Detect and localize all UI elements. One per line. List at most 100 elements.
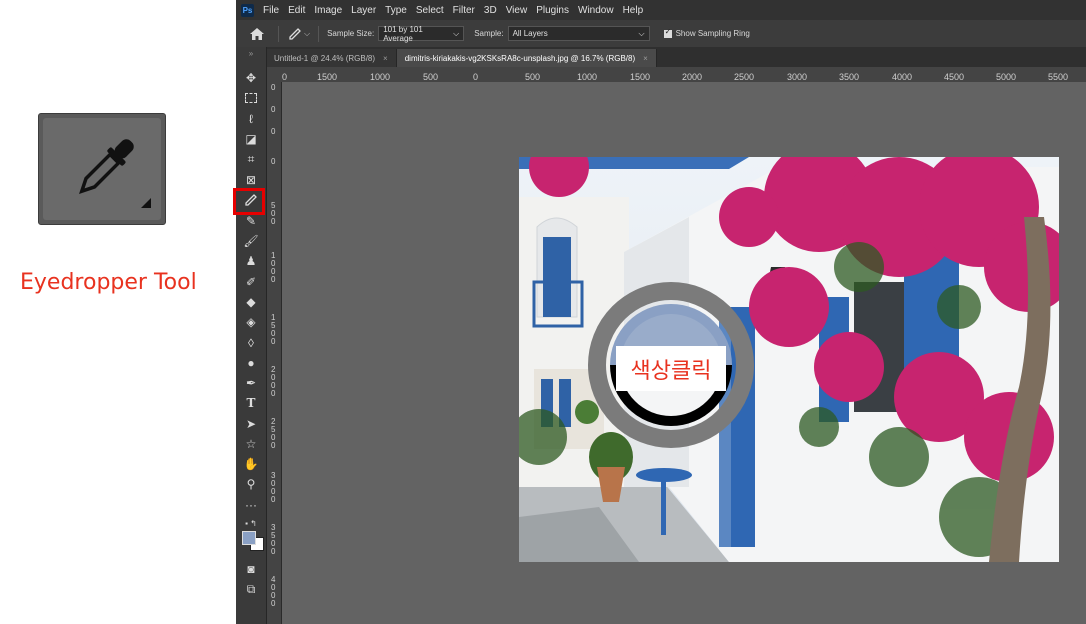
tab-photo[interactable]: dimitris-kiriakakis-vg2KSKsRA8c-unsplash… xyxy=(396,49,657,67)
ruler-tick: 3 5 0 0 xyxy=(271,523,276,556)
menu-edit[interactable]: Edit xyxy=(288,5,305,16)
move-tool-icon[interactable]: ✥ xyxy=(243,71,259,85)
brush-tool-icon[interactable]: 🖌 xyxy=(243,234,259,248)
ruler-tick: 5000 xyxy=(996,72,1017,82)
quick-mask-icon[interactable]: ◙ xyxy=(243,562,259,576)
ruler-tick: 3500 xyxy=(839,72,860,82)
dodge-tool-icon[interactable]: ● xyxy=(243,356,259,370)
sample-label: Sample: xyxy=(474,29,504,38)
close-icon[interactable]: × xyxy=(643,54,648,63)
marquee-tool-icon[interactable] xyxy=(243,92,259,106)
eyedropper-tool-highlight xyxy=(233,188,265,215)
sample-value: All Layers xyxy=(512,29,548,38)
ruler-tick: 2 0 0 0 xyxy=(271,365,276,398)
menu-filter[interactable]: Filter xyxy=(453,5,475,16)
menu-window[interactable]: Window xyxy=(578,5,614,16)
document-image[interactable]: 색상클릭 xyxy=(519,157,1059,562)
options-bar: ⌵ Sample Size: 101 by 101 Average ⌵ Sampl… xyxy=(236,20,1086,48)
sample-size-value: 101 by 101 Average xyxy=(383,24,423,43)
sampling-ring-label: 색상클릭 xyxy=(616,346,726,391)
photoshop-logo: Ps xyxy=(241,3,254,17)
ruler-tick: 0 xyxy=(473,72,479,82)
crop-tool-icon[interactable]: ⌗ xyxy=(243,152,259,166)
eyedropper-tool-zoom xyxy=(38,113,166,225)
canvas-area[interactable]: 색상클릭 xyxy=(282,82,1086,624)
shape-tool-icon[interactable]: ☆ xyxy=(243,437,259,451)
ruler-tick: 4500 xyxy=(944,72,965,82)
tool-group-triangle-icon xyxy=(141,198,151,208)
tab-label: Untitled-1 @ 24.4% (RGB/8) xyxy=(274,53,376,63)
blur-tool-icon[interactable]: ◊ xyxy=(243,336,259,350)
zoom-tool-icon[interactable]: ⚲ xyxy=(243,477,259,491)
zoom-inner xyxy=(43,118,161,220)
ruler-tick: 1500 xyxy=(317,72,338,82)
ruler-tick: 4 0 0 0 xyxy=(271,575,276,608)
pen-tool-icon[interactable]: ✒ xyxy=(243,376,259,390)
hand-tool-icon[interactable]: ✋ xyxy=(243,457,259,471)
menu-3d[interactable]: 3D xyxy=(484,5,497,16)
menu-view[interactable]: View xyxy=(506,5,528,16)
object-selection-tool-icon[interactable]: ◪ xyxy=(243,132,259,146)
menu-bar: Ps File Edit Image Layer Type Select Fil… xyxy=(236,0,1086,20)
menu-plugins[interactable]: Plugins xyxy=(536,5,569,16)
ruler-tick: 0 xyxy=(271,157,276,166)
ruler-tick: 2000 xyxy=(682,72,703,82)
tab-untitled[interactable]: Untitled-1 @ 24.4% (RGB/8) × xyxy=(266,49,397,67)
ruler-tick: 1000 xyxy=(577,72,598,82)
ruler-tick: 1 0 0 0 xyxy=(271,251,276,284)
menu-type[interactable]: Type xyxy=(385,5,407,16)
tools-panel: » ✥ ℓ ◪ ⌗ ⊠ ✎ 🖌 ♟ ✐ ◆ ◈ ◊ ● ✒ T ➤ ☆ ✋ ⚲ … xyxy=(236,47,267,624)
menu-help[interactable]: Help xyxy=(623,5,644,16)
path-selection-tool-icon[interactable]: ➤ xyxy=(243,417,259,431)
lasso-tool-icon[interactable]: ℓ xyxy=(243,112,259,126)
ruler-tick: 0 xyxy=(282,72,288,82)
chevron-down-icon: ⌵ xyxy=(638,28,645,38)
ruler-tick: 0 xyxy=(271,83,276,92)
screen-mode-icon[interactable]: ⧉ xyxy=(243,582,259,596)
photoshop-window: Ps File Edit Image Layer Type Select Fil… xyxy=(236,0,1086,624)
close-icon[interactable]: × xyxy=(383,54,388,63)
ruler-tick: 1500 xyxy=(630,72,651,82)
menu-layer[interactable]: Layer xyxy=(351,5,376,16)
paint-bucket-tool-icon[interactable]: ◈ xyxy=(243,315,259,329)
ruler-tick: 0 xyxy=(271,105,276,114)
menu-select[interactable]: Select xyxy=(416,5,444,16)
vertical-ruler: 0 0 0 0 5 0 0 1 0 0 0 1 5 0 0 2 0 0 0 2 … xyxy=(267,82,282,624)
ruler-tick: 500 xyxy=(423,72,439,82)
photo-illustration xyxy=(519,157,1059,562)
divider xyxy=(278,25,279,42)
sample-size-label: Sample Size: xyxy=(327,29,375,38)
chevron-down-icon: ⌵ xyxy=(453,28,460,38)
ruler-tick: 2 5 0 0 xyxy=(271,417,276,450)
ruler-tick: 500 xyxy=(525,72,541,82)
ruler-tick: 3 0 0 0 xyxy=(271,471,276,504)
show-sampling-ring-label: Show Sampling Ring xyxy=(675,29,750,38)
foreground-color-swatch[interactable] xyxy=(242,531,256,545)
tool-preset-eyedropper-icon[interactable] xyxy=(289,27,301,40)
menu-image[interactable]: Image xyxy=(314,5,342,16)
more-tools-icon[interactable]: ··· xyxy=(243,498,259,512)
panel-collapse-icon[interactable]: » xyxy=(243,47,259,61)
type-tool-icon[interactable]: T xyxy=(243,396,259,410)
menu-file[interactable]: File xyxy=(263,5,279,16)
ruler-tick: 2500 xyxy=(734,72,755,82)
frame-tool-icon[interactable]: ⊠ xyxy=(243,173,259,187)
chevron-down-icon[interactable]: ⌵ xyxy=(304,29,310,39)
document-tabs: Untitled-1 @ 24.4% (RGB/8) × dimitris-kir… xyxy=(236,47,1086,67)
healing-brush-tool-icon[interactable]: ✎ xyxy=(243,214,259,228)
ruler-tick: 1 5 0 0 xyxy=(271,313,276,346)
sample-select[interactable]: All Layers ⌵ xyxy=(507,26,650,41)
sample-size-select[interactable]: 101 by 101 Average ⌵ xyxy=(378,24,465,43)
clone-stamp-tool-icon[interactable]: ♟ xyxy=(243,254,259,268)
callout-label: Eyedropper Tool xyxy=(20,270,197,295)
ruler-tick: 5 0 0 xyxy=(271,201,276,226)
swap-colors-icon[interactable]: ▪ ↰ xyxy=(243,517,259,531)
ruler-tick: 1000 xyxy=(370,72,391,82)
ruler-tick: 0 xyxy=(271,127,276,136)
history-brush-tool-icon[interactable]: ✐ xyxy=(243,275,259,289)
eraser-tool-icon[interactable]: ◆ xyxy=(243,295,259,309)
horizontal-ruler: 0 1500 1000 500 0 500 1000 1500 2000 250… xyxy=(267,67,1086,83)
show-sampling-ring-checkbox[interactable]: ✓ xyxy=(663,27,672,38)
home-icon[interactable] xyxy=(250,27,264,40)
divider xyxy=(318,25,320,42)
